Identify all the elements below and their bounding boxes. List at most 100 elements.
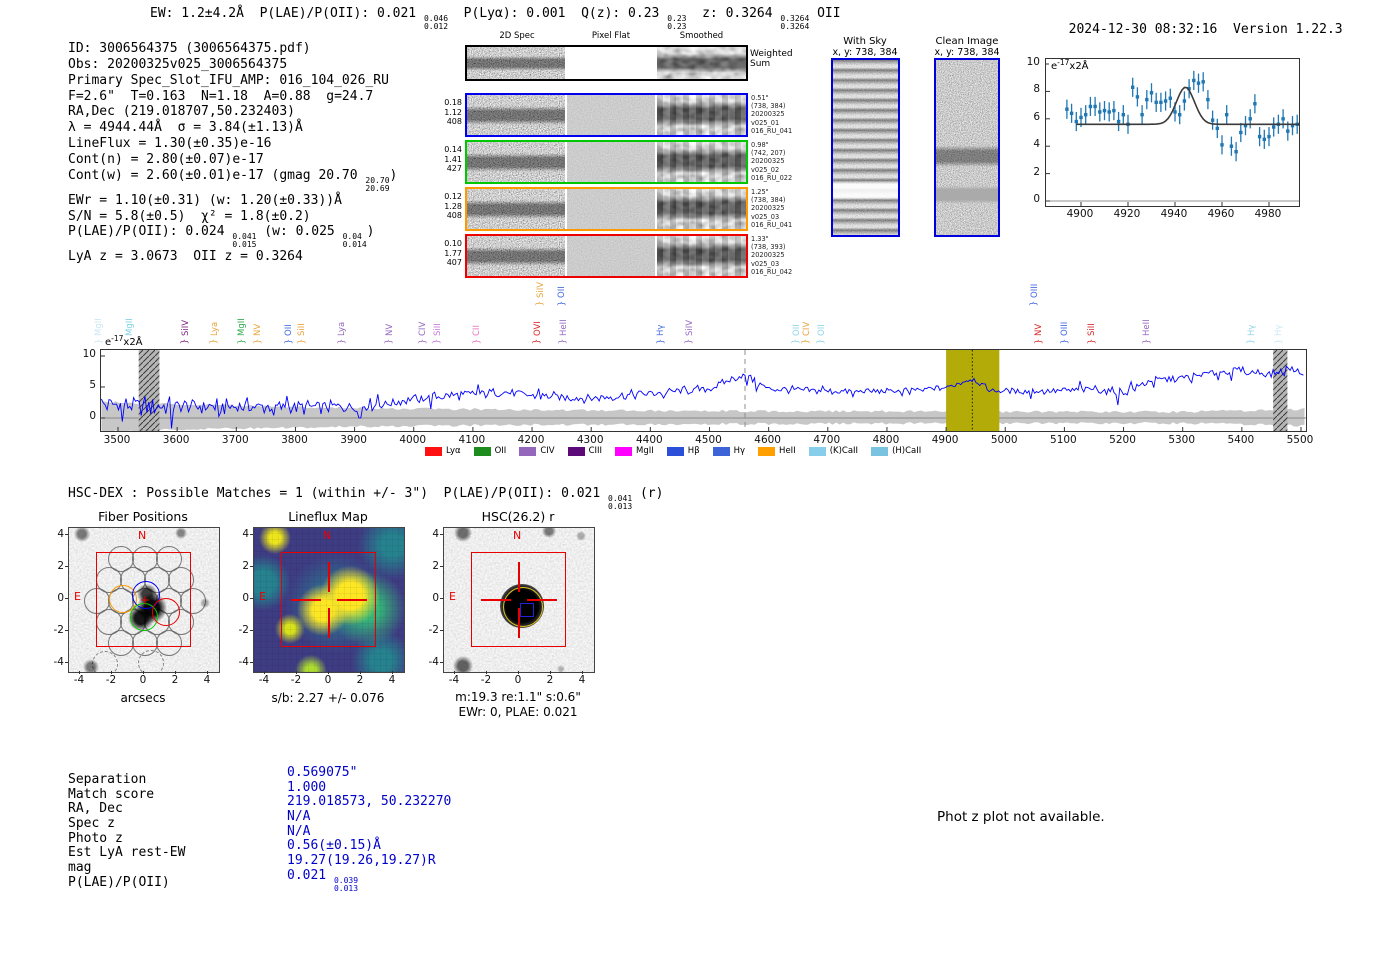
legend-item-MgII: MgII [615, 446, 654, 456]
spec2d-band-overlay [467, 95, 565, 135]
fiber-circle-dashed [138, 650, 164, 673]
compass-n: N [138, 529, 146, 542]
spec-xtick-3800: 3800 [274, 434, 314, 446]
fit-xtick-4920: 4920 [1107, 208, 1147, 220]
spec-line-bracket: { [557, 335, 566, 349]
text-segment: ID: 3006564375 (3006564375.pdf) [68, 41, 311, 56]
text-segment: λ = 4944.44Å σ = 3.84(±1.13)Å [68, 120, 303, 135]
text-segment: EW: 1.2±4.2Å P(LAE)/P(OII): 0.021 [150, 6, 424, 21]
cutout-lineflux-ytickmark [250, 662, 253, 663]
spec-line-label-MgII: MgII [95, 318, 104, 336]
clean-bands [936, 60, 998, 235]
cutout-lineflux-xtickmark [328, 671, 329, 674]
info-line-10: EWr = 1.10(±0.31) (w: 1.20(±0.33))Å [68, 193, 397, 209]
stacked-uncertainty: 0.0410.015 [232, 233, 256, 249]
fiber-weight-value: 0.12 [441, 192, 462, 202]
match-value: N/A [287, 810, 451, 825]
spec-xtick-4600: 4600 [748, 434, 788, 446]
text-segment: LyA z = 3.0673 OII z = 0.3264 [68, 249, 303, 264]
cutout-fiber-ytick: -4 [44, 656, 64, 668]
spec-xtick-3600: 3600 [156, 434, 196, 446]
text-segment: Cont(n) = 2.80(±0.07)e-17 [68, 152, 264, 167]
cutout-lineflux-xtickmark [296, 671, 297, 674]
report-datetime: 2024-12-30 08:32:16 [1069, 22, 1218, 37]
legend-label: Lyα [446, 446, 461, 456]
compass-e: E [74, 590, 81, 603]
cutout-hsc-xtickmark [550, 671, 551, 674]
fiber-row-meta-4: 1.33"(738, 393)20200325v025_03016_RU_042 [751, 235, 792, 276]
fiber-weight-value: 1.12 [441, 108, 462, 118]
text-segment: LineFlux = 1.30(±0.35)e-16 [68, 136, 272, 151]
spec-ytick-5: 5 [78, 379, 96, 391]
photz-note: Phot z plot not available. [937, 809, 1105, 825]
corner-source-blob [453, 656, 473, 673]
cutout-fiber-xtickmark [111, 671, 112, 674]
legend-swatch [474, 447, 491, 456]
cutout-hsc-extract-box [471, 552, 566, 647]
legend-label: Hγ [734, 446, 745, 456]
spec-line-bracket: { [534, 297, 543, 311]
line-fit-svg [1046, 59, 1299, 206]
match-label: RA, Dec [68, 802, 185, 817]
match-value: 0.56(±0.15)Å [287, 839, 451, 854]
spec2d-cell-row3-2dspec [467, 189, 565, 229]
fiber-meta-line: (738, 384) [751, 102, 792, 110]
text-segment: N/A [287, 809, 310, 824]
stacked-uncertainty: 0.0390.013 [334, 877, 358, 893]
fiber-meta-line: 016_RU_041 [751, 127, 792, 135]
cutout-hsc-xlabel: m:19.3 re:1.1" s:0.6" [433, 690, 603, 704]
sky-panel-coords-1: x, y: 738, 384 [810, 47, 920, 58]
spec-xtick-4800: 4800 [866, 434, 906, 446]
spec-xtick-4200: 4200 [511, 434, 551, 446]
fiber-meta-line: 20200325 [751, 204, 792, 212]
stacked-uncertainty: 20.7020.69 [365, 177, 389, 193]
text-segment: OII [809, 6, 840, 21]
spec-ytick-0: 0 [78, 410, 96, 422]
spec2d-col-title-3: Smoothed [657, 31, 746, 41]
text-segment: RA,Dec (219.018707,50.232403) [68, 104, 295, 119]
spec-line-label-HeII: HeII [560, 319, 569, 336]
info-line-8: Cont(n) = 2.80(±0.07)e-17 [68, 152, 397, 168]
cutout-hsc-xlabel2: EWr: 0, PLAE: 0.021 [433, 705, 603, 719]
row4-pixelflat-noise [567, 236, 655, 276]
match-label: P(LAE)/P(OII) [68, 876, 185, 891]
cutout-lineflux-ytickmark [250, 598, 253, 599]
text-segment: Obs: 20200325v025_3006564375 [68, 57, 287, 72]
fiber-meta-line: v025_03 [751, 213, 792, 221]
elixer-report-page: { "header": { "left": [ {"t":"EW: 1.2±4.… [0, 0, 1400, 953]
cutout-lineflux-ytick: 4 [229, 528, 249, 540]
spec2d-cell-weighted-smoothed [657, 47, 746, 79]
spec2d-col-title-2: Pixel Flat [567, 31, 655, 41]
cutout-lineflux-xtickmark [392, 671, 393, 674]
spec2d-band-overlay [467, 47, 565, 79]
sky-panel-image-1 [831, 58, 900, 237]
spec-line-bracket: { [1058, 335, 1067, 349]
info-line-7: LineFlux = 1.30(±0.35)e-16 [68, 136, 397, 152]
cutout-lineflux-ytickmark [250, 534, 253, 535]
spec2d-band-overlay [657, 47, 746, 79]
spec-xtick-5400: 5400 [1221, 434, 1261, 446]
legend-item-CIII: CIII [568, 446, 602, 456]
fit-ylabel: e-17x2Å [1049, 61, 1091, 72]
match-label: Separation [68, 773, 185, 788]
spectrum-legend: LyαOIICIVCIIIMgIIHβHγHeII(K)CaII(H)CaII [425, 446, 921, 456]
spec-line-bracket: { [1140, 335, 1149, 349]
spectrum-plot [100, 349, 1307, 432]
cutout-fiber-ytick: 4 [44, 528, 64, 540]
spec-line-bracket: { [251, 335, 260, 349]
spec-xtick-5200: 5200 [1103, 434, 1143, 446]
fiber-weight-value: 0.10 [441, 239, 462, 249]
text-segment: Primary Spec_Slot_IFU_AMP: 016_104_026_R… [68, 73, 389, 88]
spec2d-cell-row1-2dspec [467, 95, 565, 135]
spec-line-bracket: { [800, 335, 809, 349]
spectrum-svg [101, 350, 1306, 431]
match-label: Spec z [68, 817, 185, 832]
text-segment: 1.000 [287, 780, 326, 795]
cutout-hsc-xtick: -4 [442, 674, 466, 686]
cutout-fiber-xtick: 2 [163, 674, 187, 686]
info-line-6: λ = 4944.44Å σ = 3.84(±1.13)Å [68, 120, 397, 136]
legend-label: (H)CaII [892, 446, 921, 456]
fiber-weight-value: 0.14 [441, 145, 462, 155]
spec-line-bracket: { [335, 335, 344, 349]
legend-label: Hβ [688, 446, 700, 456]
